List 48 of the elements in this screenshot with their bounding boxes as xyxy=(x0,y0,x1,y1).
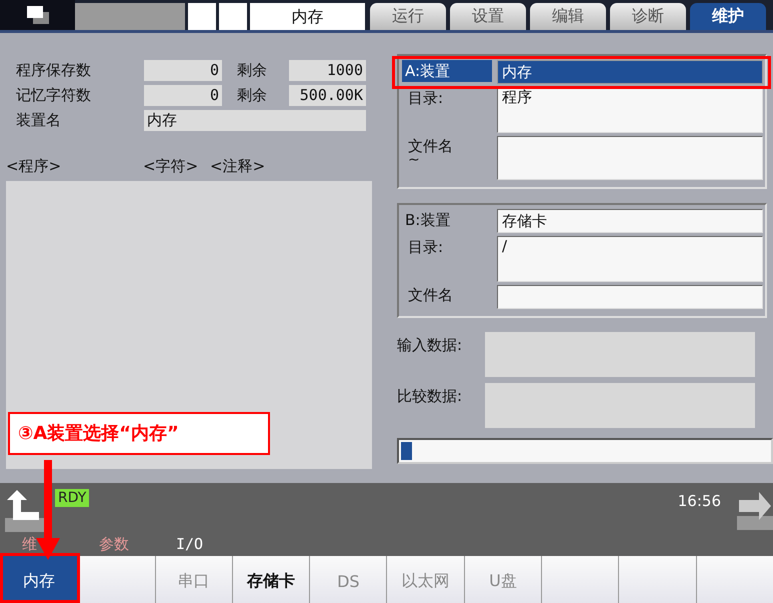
value-field: 1000 xyxy=(289,60,366,81)
value-field: 0 xyxy=(144,60,222,81)
softkey[interactable]: 内存 xyxy=(0,556,78,603)
tab[interactable]: 维护 xyxy=(690,3,766,30)
tab[interactable]: 运行 xyxy=(370,3,446,30)
field-label: 文件名 xyxy=(408,285,454,305)
directory-field[interactable]: / xyxy=(497,236,763,282)
field-label: 剩余 xyxy=(236,86,268,105)
field-label: B:装置 xyxy=(404,210,452,231)
field-label: 文件名 xyxy=(408,136,454,156)
status-field xyxy=(188,3,216,30)
menu-path-item: 维 xyxy=(22,534,38,555)
device-field[interactable]: 存储卡 xyxy=(497,209,763,233)
value-field: 内存 xyxy=(144,110,366,131)
status-field xyxy=(219,3,247,30)
softkey[interactable]: 存储卡 xyxy=(232,556,310,603)
field-label: 程序保存数 xyxy=(15,61,92,80)
field-label: 记忆字符数 xyxy=(15,86,92,105)
directory-field[interactable]: 程序 xyxy=(497,87,763,133)
column-header: <注释> xyxy=(210,157,266,177)
menu-path-item: 参数 xyxy=(99,534,130,555)
file-note: ~ xyxy=(408,156,420,164)
file-name-field[interactable] xyxy=(497,136,763,180)
tab[interactable]: 诊断 xyxy=(610,3,686,30)
status-badge: RDY xyxy=(55,489,90,507)
mode-field: 内存 xyxy=(250,3,365,30)
field-label: 剩余 xyxy=(236,61,268,80)
field-label: 输入数据: xyxy=(397,335,464,356)
window-switch-icon[interactable] xyxy=(0,0,75,30)
column-header: <程序> xyxy=(6,157,62,177)
value-field: 0 xyxy=(144,85,222,106)
field-label: 目录: xyxy=(407,88,444,109)
field-label: A:装置 xyxy=(402,60,492,82)
clock-time: 16:56 xyxy=(678,492,721,512)
field-label: 目录: xyxy=(407,237,444,258)
file-name-field[interactable] xyxy=(497,285,763,309)
device-field[interactable]: 内存 xyxy=(497,60,763,84)
tab[interactable]: 设置 xyxy=(450,3,526,30)
annotation-callout: ③A装置选择“内存” xyxy=(8,412,270,455)
column-header: <字符> xyxy=(143,157,200,177)
field-label: 装置名 xyxy=(15,111,62,130)
value-field: 500.00K xyxy=(289,85,366,106)
program-list[interactable] xyxy=(6,181,372,469)
tab[interactable]: 编辑 xyxy=(530,3,606,30)
menu-path-item: I/O xyxy=(176,534,204,555)
return-arrow-icon[interactable] xyxy=(5,488,45,532)
field-label: 比较数据: xyxy=(397,386,464,407)
softkey[interactable] xyxy=(77,556,155,603)
